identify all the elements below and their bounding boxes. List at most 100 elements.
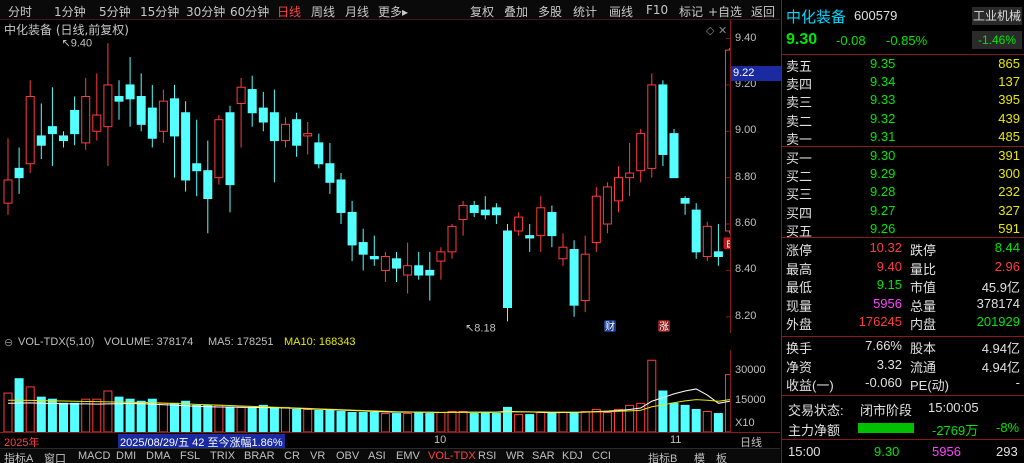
- tool-f10[interactable]: F10: [646, 3, 668, 17]
- volume-bar: [225, 406, 235, 432]
- candle-body: [625, 172, 635, 179]
- period-tab-more[interactable]: 更多▸: [378, 3, 408, 20]
- net-inflow-label: 主力净额: [788, 423, 841, 438]
- bid-row-label: 买二: [786, 169, 813, 185]
- period-tab-5min[interactable]: 5分钟: [99, 3, 131, 20]
- period-tab-1min[interactable]: 1分钟: [54, 3, 86, 20]
- volume-bar: [525, 414, 535, 432]
- volume-bar: [36, 396, 46, 432]
- candle: [458, 200, 468, 236]
- volume-bar: [203, 404, 213, 432]
- candle-body: [247, 89, 257, 114]
- indicator-tab[interactable]: VOL-TDX: [428, 450, 476, 462]
- stat2-label1: 换手: [786, 341, 813, 356]
- stat-label2: 内盘: [910, 317, 937, 333]
- indicator-tab[interactable]: FSL: [180, 450, 200, 462]
- ask-row-price: 9.33: [870, 92, 896, 108]
- indicator-tab[interactable]: KDJ: [562, 450, 583, 462]
- candle: [47, 87, 57, 167]
- candle: [525, 224, 535, 252]
- period-tab-60min[interactable]: 60分钟: [230, 3, 269, 20]
- indicator-tab[interactable]: ASI: [368, 450, 386, 462]
- indicator-tab[interactable]: WR: [506, 450, 524, 462]
- indicator-tab[interactable]: EMV: [396, 450, 420, 462]
- fin-marker[interactable]: 财: [604, 320, 616, 333]
- period-tab-daily[interactable]: 日线: [277, 3, 301, 20]
- tool-diejia[interactable]: 叠加: [504, 3, 528, 20]
- candle: [358, 228, 368, 271]
- tool-duogu[interactable]: 多股: [538, 3, 562, 20]
- indicator-tab-right[interactable]: 模: [694, 450, 705, 463]
- volume-bar: [247, 406, 257, 432]
- volume-bar: [547, 413, 557, 432]
- volume-bar: [580, 411, 590, 432]
- indicator-tab[interactable]: 指标A: [4, 450, 33, 463]
- volume-bar: [136, 400, 146, 432]
- candle: [258, 91, 268, 132]
- indicator-tab[interactable]: TRIX: [210, 450, 235, 462]
- up-marker[interactable]: 涨: [658, 320, 670, 333]
- stat2-label2: PE(动): [910, 378, 950, 394]
- candle: [14, 147, 24, 194]
- candle-body: [358, 242, 368, 255]
- candle: [514, 212, 524, 236]
- price-tick-label: 9.40: [735, 31, 757, 44]
- tool-fanhui[interactable]: 返回: [751, 3, 775, 20]
- indicator-tab-right[interactable]: 指标B: [648, 450, 677, 463]
- candle-body: [547, 211, 557, 237]
- candle-body: [447, 225, 457, 253]
- volume-panel-toggle-icon[interactable]: ⊖: [4, 336, 13, 349]
- indicator-tabs: 指标A 窗口 MACD DMI DMA FSL TRIX BRAR CR VR OBV ASI EMV V…: [0, 448, 780, 463]
- candle: [192, 119, 202, 197]
- month-label-11: 11: [670, 434, 682, 446]
- net-inflow-value: -2769万: [932, 423, 979, 438]
- stat-value2: 2.96: [994, 258, 1020, 274]
- indicator-tab[interactable]: SAR: [532, 450, 555, 462]
- candle: [225, 105, 235, 213]
- indicator-tab[interactable]: DMI: [116, 450, 136, 462]
- chart-toolbar: 分时 1分钟 5分钟 15分钟 30分钟 60分钟 日线 周线 月线 更多▸ 复…: [0, 0, 780, 20]
- tool-biaoji[interactable]: 标记: [679, 3, 703, 20]
- ask-row-label: 卖五: [786, 59, 813, 74]
- indicator-tab[interactable]: BRAR: [244, 450, 275, 462]
- volume-bar: [192, 404, 202, 432]
- period-tab-fenshi[interactable]: 分时: [8, 3, 32, 20]
- tool-fuquan[interactable]: 复权: [470, 3, 494, 20]
- indicator-tab[interactable]: OBV: [336, 450, 359, 462]
- candle-body: [170, 98, 179, 137]
- indicator-tab[interactable]: CR: [284, 450, 300, 462]
- indicator-tab[interactable]: MACD: [78, 450, 110, 462]
- volume-bar: [47, 398, 57, 432]
- volume-bar: [425, 413, 435, 432]
- indicator-tab[interactable]: 窗口: [44, 450, 66, 463]
- stat2-label1: 净资: [786, 359, 813, 375]
- period-tab-monthly[interactable]: 月线: [345, 3, 369, 20]
- ma10-value: MA10: 168343: [284, 336, 356, 348]
- stat-value2: 8.44: [994, 240, 1020, 255]
- bid-row-price: 9.30: [870, 148, 896, 163]
- period-tab-15min[interactable]: 15分钟: [140, 3, 179, 20]
- volume-bar: [336, 411, 346, 432]
- period-tab-30min[interactable]: 30分钟: [186, 3, 225, 20]
- candle-body: [436, 251, 446, 262]
- candle-body: [114, 96, 124, 102]
- candle: [236, 77, 246, 148]
- tool-tongji[interactable]: 统计: [573, 3, 597, 20]
- volume-bar: [414, 412, 424, 432]
- indicator-tab[interactable]: VR: [310, 450, 325, 462]
- candlestick-chart[interactable]: ↖9.40↖8.18SB财涨: [0, 20, 730, 333]
- indicator-tab[interactable]: CCI: [592, 450, 611, 462]
- volume-bar: [469, 413, 479, 432]
- volume-chart[interactable]: [0, 350, 730, 432]
- indicator-tab-right[interactable]: 板: [716, 450, 727, 463]
- industry-tag[interactable]: 工业机械: [972, 7, 1022, 25]
- candle-body: [103, 84, 113, 128]
- ask-row-label: 卖四: [786, 77, 813, 93]
- ask-row-volume: 395: [998, 92, 1020, 108]
- candle-body: [669, 133, 679, 179]
- period-tab-weekly[interactable]: 周线: [311, 3, 335, 20]
- tool-huaxian[interactable]: 画线: [609, 3, 633, 20]
- indicator-tab[interactable]: RSI: [478, 450, 496, 462]
- indicator-tab[interactable]: DMA: [146, 450, 170, 462]
- tool-zixuan[interactable]: +自选: [708, 3, 742, 20]
